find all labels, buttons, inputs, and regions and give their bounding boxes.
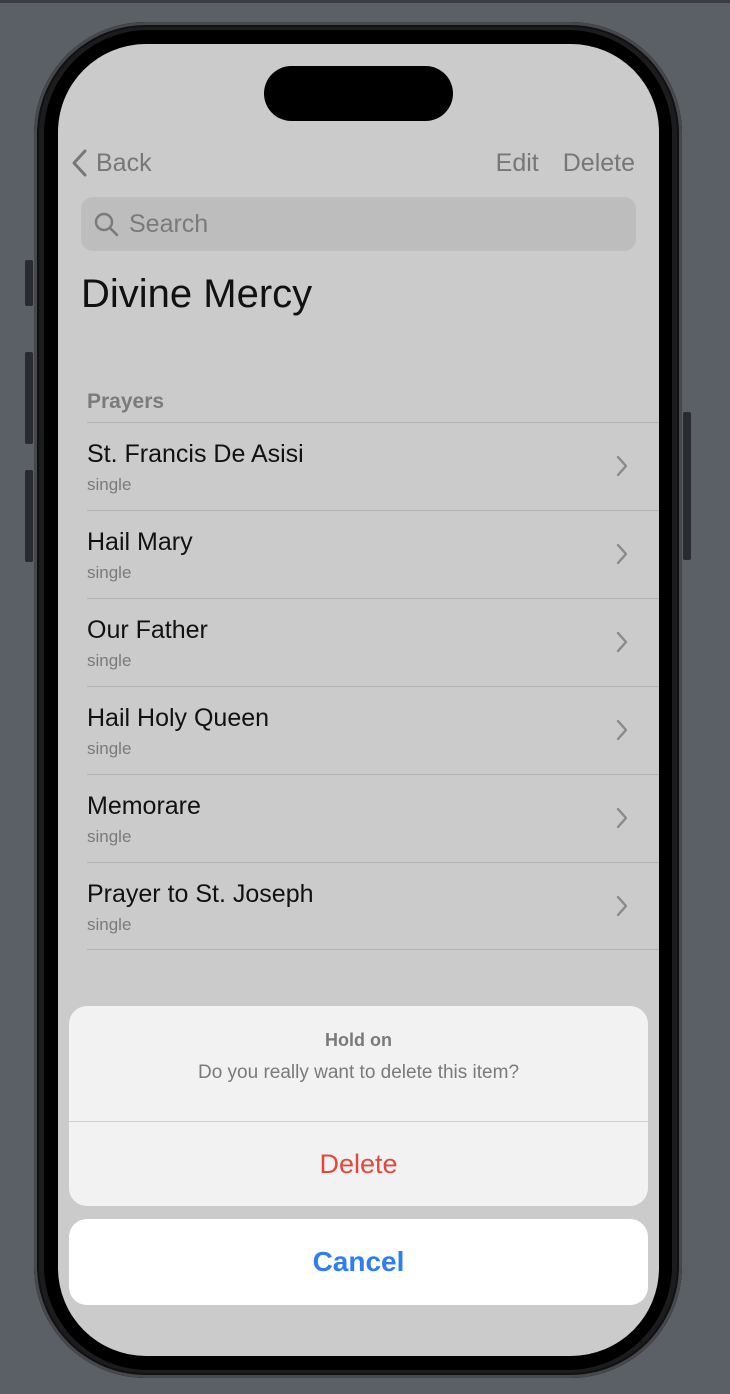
- item-subtitle: single: [87, 827, 132, 846]
- chevron-right-icon: [616, 807, 628, 829]
- confirm-delete-button[interactable]: Delete: [69, 1122, 648, 1206]
- item-title: Prayer to St. Joseph: [87, 880, 314, 908]
- section-header: Prayers: [87, 390, 165, 413]
- chevron-right-icon: [616, 719, 628, 741]
- search-bar[interactable]: [81, 197, 636, 251]
- page-title: Divine Mercy: [81, 272, 313, 316]
- item-subtitle: single: [87, 651, 132, 670]
- search-input[interactable]: [129, 209, 609, 239]
- item-subtitle: single: [87, 563, 132, 582]
- volume-up-button: [25, 352, 33, 444]
- item-title: Our Father: [87, 616, 208, 644]
- chevron-right-icon: [616, 543, 628, 565]
- top-edge: [0, 0, 730, 3]
- list-item[interactable]: Our Father single: [87, 598, 659, 686]
- list-item[interactable]: Memorare single: [87, 774, 659, 862]
- back-button[interactable]: Back: [70, 146, 152, 180]
- chevron-right-icon: [616, 631, 628, 653]
- delete-nav-button[interactable]: Delete: [563, 149, 635, 178]
- item-subtitle: single: [87, 915, 132, 934]
- list-item[interactable]: St. Francis De Asisi single: [87, 422, 659, 510]
- dynamic-island: [264, 66, 453, 121]
- item-title: Memorare: [87, 792, 201, 820]
- action-sheet-title: Hold on: [325, 1030, 392, 1050]
- edit-button[interactable]: Edit: [496, 149, 539, 178]
- chevron-right-icon: [616, 455, 628, 477]
- item-title: St. Francis De Asisi: [87, 440, 304, 468]
- magnifier-icon: [94, 212, 119, 237]
- item-subtitle: single: [87, 475, 132, 494]
- action-button: [25, 260, 33, 306]
- chevron-left-icon: [72, 149, 87, 177]
- list-item[interactable]: Hail Mary single: [87, 510, 659, 598]
- item-subtitle: single: [87, 739, 132, 758]
- item-title: Hail Mary: [87, 528, 193, 556]
- list-item[interactable]: Prayer to St. Joseph single: [87, 862, 659, 950]
- volume-down-button: [25, 470, 33, 562]
- cancel-button[interactable]: Cancel: [69, 1219, 648, 1305]
- chevron-right-icon: [616, 895, 628, 917]
- power-button: [683, 412, 691, 560]
- nav-actions: Edit Delete: [496, 146, 635, 180]
- item-title: Hail Holy Queen: [87, 704, 270, 732]
- phone-screen: Back Edit Delete Divine Mercy Prayers St…: [58, 44, 659, 1356]
- action-sheet: Hold on Do you really want to delete thi…: [69, 1006, 648, 1206]
- prayer-list: St. Francis De Asisi single Hail Mary si…: [87, 422, 659, 950]
- list-item[interactable]: Hail Holy Queen single: [87, 686, 659, 774]
- action-sheet-message: Do you really want to delete this item?: [197, 1062, 520, 1083]
- back-label: Back: [96, 148, 152, 177]
